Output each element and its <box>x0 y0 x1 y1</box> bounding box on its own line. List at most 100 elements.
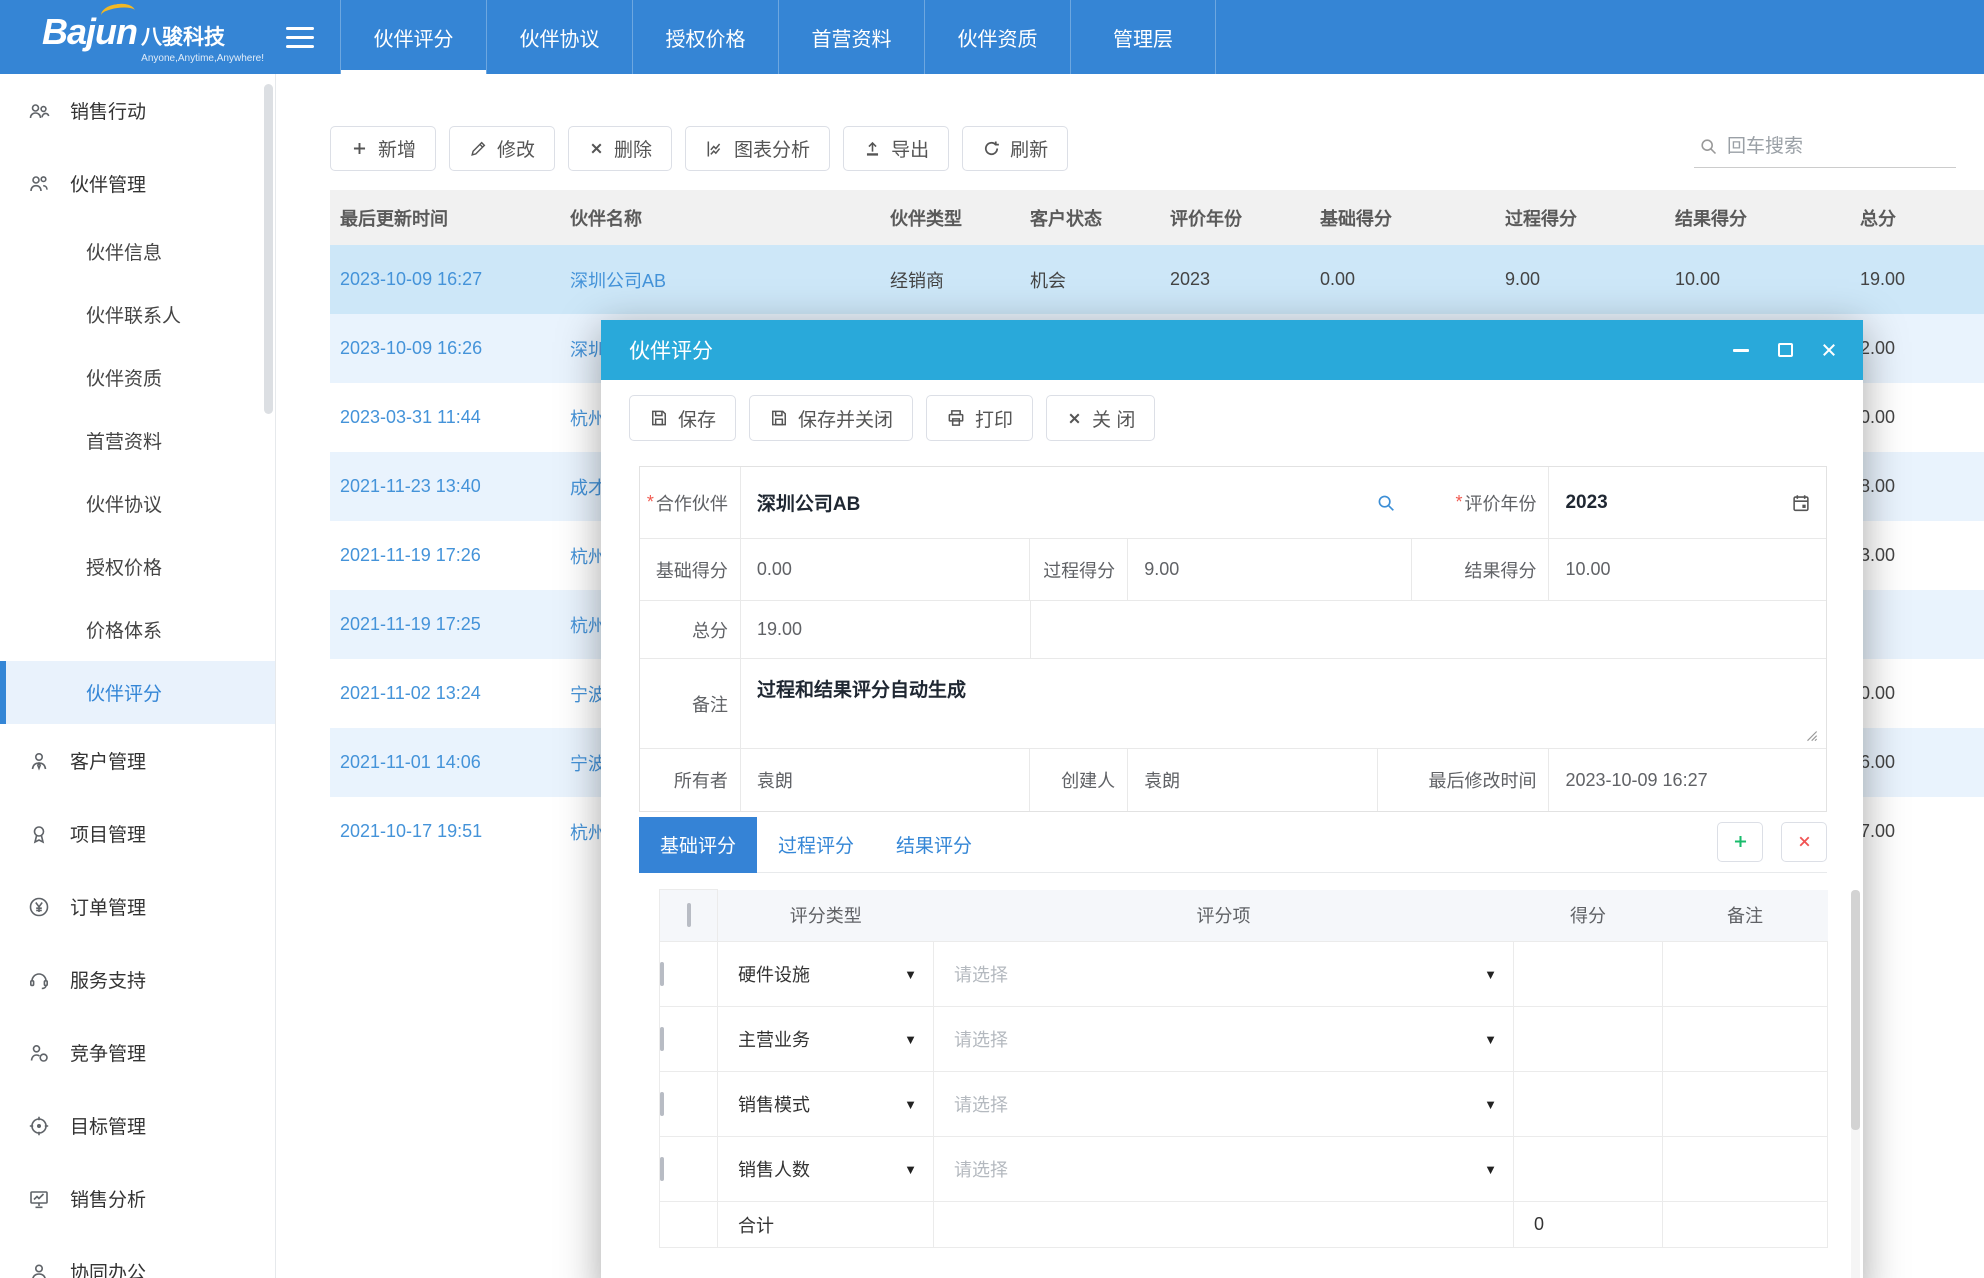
row-checkbox[interactable] <box>660 1027 664 1051</box>
sidebar-item-service-support[interactable]: 服务支持 <box>0 943 275 1016</box>
refresh-button[interactable]: 刷新 <box>962 126 1068 171</box>
category-select[interactable]: 销售人数▼ <box>718 1156 933 1182</box>
tab-process-score[interactable]: 过程评分 <box>757 817 875 873</box>
partner-field[interactable]: 深圳公司AB <box>740 467 1411 538</box>
col-header[interactable]: 评价年份 <box>1160 190 1310 245</box>
sidebar-scrollbar[interactable] <box>264 84 273 414</box>
edit-button[interactable]: 修改 <box>449 126 555 171</box>
score-cell[interactable] <box>1514 1072 1663 1137</box>
sidebar-item-customer-management[interactable]: 客户管理 <box>0 724 275 797</box>
score-cell[interactable] <box>1514 1137 1663 1202</box>
sales-action-icon <box>26 98 52 124</box>
note-cell[interactable] <box>1663 942 1828 1007</box>
sidebar-item-label: 伙伴管理 <box>70 170 146 197</box>
chart-analysis-button[interactable]: 图表分析 <box>685 126 830 171</box>
nav-tab-partner-qualification[interactable]: 伙伴资质 <box>924 0 1070 74</box>
col-header[interactable]: 结果得分 <box>1665 190 1850 245</box>
item-select[interactable]: 请选择▼ <box>934 1091 1513 1117</box>
modal-scrollbar[interactable] <box>1851 890 1860 1278</box>
sidebar-item-partner-agreement[interactable]: 伙伴协议 <box>0 472 275 535</box>
save-button[interactable]: 保存 <box>629 395 736 441</box>
category-select[interactable]: 硬件设施▼ <box>718 961 933 987</box>
nav-tab-authorized-price[interactable]: 授权价格 <box>632 0 778 74</box>
x-icon <box>588 140 605 157</box>
table-row[interactable]: 2023-10-09 16:27 深圳公司AB 经销商 机会 2023 0.00… <box>330 245 1984 314</box>
sidebar-item-partner-score[interactable]: 伙伴评分 <box>0 661 275 724</box>
row-checkbox[interactable] <box>660 1092 664 1116</box>
col-header[interactable]: 伙伴名称 <box>560 190 880 245</box>
sidebar-item-label: 首营资料 <box>86 427 162 454</box>
sidebar-item-partner-qualification[interactable]: 伙伴资质 <box>0 346 275 409</box>
note-cell[interactable] <box>1663 1072 1828 1137</box>
row-checkbox[interactable] <box>660 1157 664 1181</box>
remark-field[interactable]: 过程和结果评分自动生成 <box>740 659 1826 748</box>
score-cell[interactable] <box>1514 1007 1663 1072</box>
col-header[interactable]: 总分 <box>1850 190 1984 245</box>
delete-row-button[interactable] <box>1781 822 1827 862</box>
row-checkbox[interactable] <box>660 962 664 986</box>
button-label: 打印 <box>975 405 1013 432</box>
resize-handle-icon[interactable] <box>1800 724 1820 744</box>
nav-tab-partner-agreement[interactable]: 伙伴协议 <box>486 0 632 74</box>
sidebar-item-sales-analysis[interactable]: 销售分析 <box>0 1162 275 1235</box>
nav-tab-partner-score[interactable]: 伙伴评分 <box>340 0 486 74</box>
select-all-checkbox[interactable] <box>687 903 691 927</box>
sidebar-item-partner-contacts[interactable]: 伙伴联系人 <box>0 283 275 346</box>
select-all-cell <box>660 890 718 942</box>
score-cell[interactable] <box>1514 942 1663 1007</box>
sidebar-item-competition-management[interactable]: 竞争管理 <box>0 1016 275 1089</box>
col-header[interactable]: 过程得分 <box>1495 190 1665 245</box>
add-row-button[interactable] <box>1717 822 1763 862</box>
calendar-icon[interactable] <box>1790 492 1812 514</box>
minimize-icon[interactable] <box>1731 340 1751 360</box>
tab-base-score[interactable]: 基础评分 <box>639 817 757 873</box>
score-section-tabs: 基础评分 过程评分 结果评分 <box>639 817 1827 873</box>
category-select[interactable]: 销售模式▼ <box>718 1091 933 1117</box>
maximize-icon[interactable] <box>1775 340 1795 360</box>
sidebar-item-sales-action[interactable]: 销售行动 <box>0 74 275 147</box>
delete-button[interactable]: 删除 <box>568 126 672 171</box>
note-cell[interactable] <box>1663 1007 1828 1072</box>
col-header[interactable]: 最后更新时间 <box>330 190 560 245</box>
sidebar-item-order-management[interactable]: 订单管理 <box>0 870 275 943</box>
base-score-field[interactable]: 0.00 <box>740 539 1030 600</box>
item-select[interactable]: 请选择▼ <box>934 1156 1513 1182</box>
nav-tab-first-camp-data[interactable]: 首营资料 <box>778 0 924 74</box>
category-select[interactable]: 主营业务▼ <box>718 1026 933 1052</box>
lookup-search-icon[interactable] <box>1375 492 1397 514</box>
col-header[interactable]: 客户状态 <box>1020 190 1160 245</box>
save-icon <box>649 408 669 428</box>
sidebar-item-authorized-price[interactable]: 授权价格 <box>0 535 275 598</box>
sidebar-item-project-management[interactable]: 项目管理 <box>0 797 275 870</box>
add-button[interactable]: 新增 <box>330 126 436 171</box>
sidebar-item-price-system[interactable]: 价格体系 <box>0 598 275 661</box>
button-label: 导出 <box>891 135 929 162</box>
result-score-field[interactable]: 10.00 <box>1548 539 1826 600</box>
cell <box>660 1202 718 1248</box>
save-and-close-button[interactable]: 保存并关闭 <box>749 395 913 441</box>
col-header[interactable]: 伙伴类型 <box>880 190 1020 245</box>
modal-header[interactable]: 伙伴评分 <box>601 320 1863 380</box>
sidebar-item-collaborative-office[interactable]: 协同办公 <box>0 1235 275 1278</box>
tab-result-score[interactable]: 结果评分 <box>875 817 993 873</box>
cell-partner-name[interactable]: 深圳公司AB <box>560 245 880 314</box>
process-score-field[interactable]: 9.00 <box>1127 539 1411 600</box>
search-input[interactable] <box>1727 136 1972 158</box>
close-icon[interactable] <box>1819 340 1839 360</box>
print-button[interactable]: 打印 <box>926 395 1033 441</box>
year-field[interactable]: 2023 <box>1548 467 1826 538</box>
sidebar-item-target-management[interactable]: 目标管理 <box>0 1089 275 1162</box>
item-select[interactable]: 请选择▼ <box>934 961 1513 987</box>
app-window: Bajun 八骏科技 Anyone,Anytime,Anywhere! 伙伴评分… <box>0 0 1984 1278</box>
note-cell[interactable] <box>1663 1137 1828 1202</box>
col-header[interactable]: 基础得分 <box>1310 190 1495 245</box>
sidebar-item-partner-management[interactable]: 伙伴管理 <box>0 147 275 220</box>
sidebar-item-first-camp-data[interactable]: 首营资料 <box>0 409 275 472</box>
modal-close-button[interactable]: 关 闭 <box>1046 395 1155 441</box>
modified-time-label: 最后修改时间 <box>1377 749 1549 811</box>
export-button[interactable]: 导出 <box>843 126 949 171</box>
item-select[interactable]: 请选择▼ <box>934 1026 1513 1052</box>
menu-toggle-icon[interactable] <box>270 0 330 74</box>
sidebar-item-partner-info[interactable]: 伙伴信息 <box>0 220 275 283</box>
nav-tab-management[interactable]: 管理层 <box>1070 0 1216 74</box>
